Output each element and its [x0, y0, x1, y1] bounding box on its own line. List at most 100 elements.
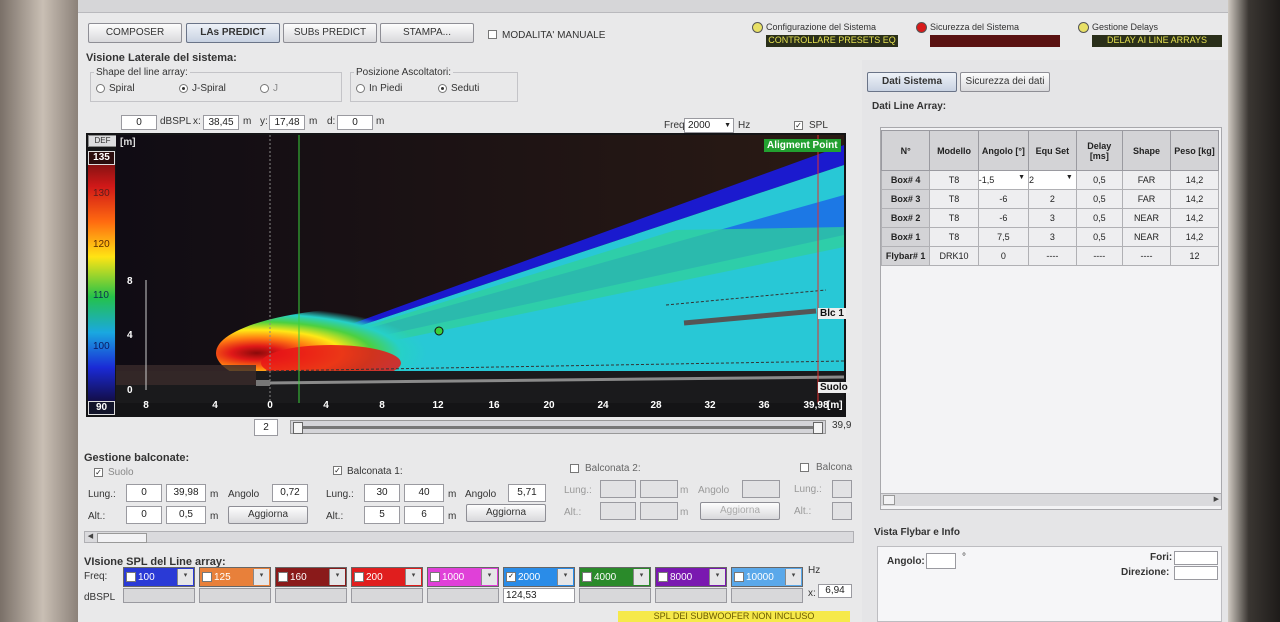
table-row[interactable]: Box# 2 T8 -6 3 0,5 NEAR 14,2	[880, 208, 1219, 228]
flybar-info-title: Vista Flybar e Info	[874, 527, 960, 538]
shape-jspiral-radio[interactable]	[179, 84, 188, 93]
listener-standing-radio[interactable]	[356, 84, 365, 93]
color-picker-icon[interactable]: ▾	[481, 569, 497, 585]
balcony-1-angle-field[interactable]: 5,71	[508, 484, 546, 502]
balcony-1-length-start[interactable]: 30	[364, 484, 400, 502]
band-checkbox[interactable]: ✓	[506, 572, 516, 582]
shape-spiral-radio[interactable]	[96, 84, 105, 93]
balcony-3-checkbox[interactable]	[800, 463, 809, 472]
table-row[interactable]: Box# 3 T8 -6 2 0,5 FAR 14,2	[880, 189, 1219, 209]
balcony-2-height-start[interactable]	[600, 502, 636, 520]
spl-band-125[interactable]: 125 ▾	[199, 567, 271, 587]
d-unit: m	[376, 116, 385, 127]
column-header: Modello	[929, 130, 979, 171]
balcony-1-update-button[interactable]: Aggiorna	[466, 504, 546, 522]
band-checkbox[interactable]	[430, 572, 440, 582]
tab-stampa[interactable]: STAMPA...	[380, 23, 474, 43]
balcony-1-height-start[interactable]: 5	[364, 506, 400, 524]
balconies-hscrollbar[interactable]: ◀	[84, 531, 854, 543]
tab-system-data[interactable]: Dati Sistema	[867, 72, 957, 92]
table-cell[interactable]: 2 ▼	[1028, 170, 1077, 190]
table-hscrollbar[interactable]: ▶	[881, 493, 1221, 506]
spl-band-100[interactable]: 100 ▾	[123, 567, 195, 587]
y-unit: m	[309, 116, 318, 127]
spl-x-field[interactable]: 6,94	[818, 584, 852, 598]
band-checkbox[interactable]	[354, 572, 364, 582]
spl-checkbox[interactable]: ✓	[794, 121, 803, 130]
tab-las-predict[interactable]: LAs PREDICT	[186, 23, 280, 43]
spl-field-plot[interactable]	[116, 135, 844, 403]
scroll-left-icon[interactable]: ◀	[85, 532, 96, 542]
balcony-2-checkbox[interactable]	[570, 464, 579, 473]
balcony-2-length-start[interactable]	[600, 480, 636, 498]
tab-subs-predict[interactable]: SUBs PREDICT	[283, 23, 377, 43]
balcony-3-height-start[interactable]	[832, 502, 852, 520]
tab-data-safety[interactable]: Sicurezza dei dati	[960, 72, 1050, 92]
band-label: 100	[138, 572, 155, 583]
band-checkbox[interactable]	[126, 572, 136, 582]
color-picker-icon[interactable]: ▾	[405, 569, 421, 585]
scale-max-field[interactable]: 135	[88, 151, 115, 165]
shape-j-radio[interactable]	[260, 84, 269, 93]
band-checkbox[interactable]	[582, 572, 592, 582]
balconies-scroll-thumb[interactable]	[97, 533, 147, 543]
ground-angle-field[interactable]: 0,72	[272, 484, 308, 502]
color-picker-icon[interactable]: ▾	[329, 569, 345, 585]
spl-band-1000[interactable]: 1000 ▾	[427, 567, 499, 587]
color-picker-icon[interactable]: ▾	[253, 569, 269, 585]
spl-band-8000[interactable]: 8000 ▾	[655, 567, 727, 587]
balcony-1-length-end[interactable]: 40	[404, 484, 444, 502]
spl-band-2000[interactable]: ✓ 2000 ▾	[503, 567, 575, 587]
freq-select[interactable]: 2000 ▼	[684, 118, 734, 133]
table-row[interactable]: Box# 1 T8 7,5 3 0,5 NEAR 14,2	[880, 227, 1219, 247]
chevron-down-icon: ▼	[724, 122, 731, 129]
flybar-holes-field	[1174, 551, 1218, 565]
row-header-cell: Box# 1	[880, 227, 931, 247]
color-picker-icon[interactable]: ▾	[709, 569, 725, 585]
tab-composer[interactable]: COMPOSER	[88, 23, 182, 43]
spl-band-4000[interactable]: 4000 ▾	[579, 567, 651, 587]
balcony-3-length-start[interactable]	[832, 480, 852, 498]
spl-band-200[interactable]: 200 ▾	[351, 567, 423, 587]
manual-mode-checkbox[interactable]	[488, 30, 497, 39]
range-slider-track[interactable]	[290, 420, 826, 434]
flybar-angle-field	[926, 553, 956, 569]
ground-height-unit: m	[210, 511, 219, 522]
table-row[interactable]: Flybar# 1 DRK10 0 ---- ---- ---- 12	[880, 246, 1219, 266]
slider-left-value: 2	[254, 419, 278, 436]
ground-height-end[interactable]: 0,5	[166, 506, 206, 524]
balcony-2-length-end[interactable]	[640, 480, 678, 498]
table-scroll-thumb[interactable]	[883, 495, 895, 505]
color-picker-icon[interactable]: ▾	[177, 569, 193, 585]
balcony-2-update-button[interactable]: Aggiorna	[700, 502, 780, 520]
table-cell: 0,5	[1075, 170, 1123, 190]
range-slider-left-handle[interactable]	[293, 422, 303, 434]
band-dbspl-value	[351, 588, 423, 603]
ground-height-start[interactable]: 0	[126, 506, 162, 524]
balcony-2-angle-field[interactable]	[742, 480, 780, 498]
band-checkbox[interactable]	[278, 572, 288, 582]
spl-band-160[interactable]: 160 ▾	[275, 567, 347, 587]
band-checkbox[interactable]	[734, 572, 744, 582]
scroll-right-icon[interactable]: ▶	[1214, 494, 1219, 505]
ground-length-end[interactable]: 39,98	[166, 484, 206, 502]
measure-point-icon[interactable]	[434, 326, 444, 336]
balcony-3-length-label: Lung.:	[794, 484, 822, 495]
band-checkbox[interactable]	[202, 572, 212, 582]
listener-seated-radio[interactable]	[438, 84, 447, 93]
color-picker-icon[interactable]: ▾	[633, 569, 649, 585]
color-picker-icon[interactable]: ▾	[785, 569, 801, 585]
balcony-2-height-end[interactable]	[640, 502, 678, 520]
ground-length-start[interactable]: 0	[126, 484, 162, 502]
table-row[interactable]: Box# 4 T8 -1,5 ▼ 2 ▼ 0,5 FAR 14,2	[880, 170, 1219, 190]
balcony-1-height-end[interactable]: 6	[404, 506, 444, 524]
table-cell[interactable]: -1,5 ▼	[977, 170, 1030, 190]
range-slider-right-handle[interactable]	[813, 422, 823, 434]
ground-update-button[interactable]: Aggiorna	[228, 506, 308, 524]
color-picker-icon[interactable]: ▾	[557, 569, 573, 585]
spl-band-10000[interactable]: 10000 ▾	[731, 567, 803, 587]
band-checkbox[interactable]	[658, 572, 668, 582]
balcony-1-checkbox[interactable]: ✓	[333, 466, 342, 475]
ground-checkbox[interactable]: ✓	[94, 468, 103, 477]
default-scale-button[interactable]: DEF	[88, 135, 117, 147]
